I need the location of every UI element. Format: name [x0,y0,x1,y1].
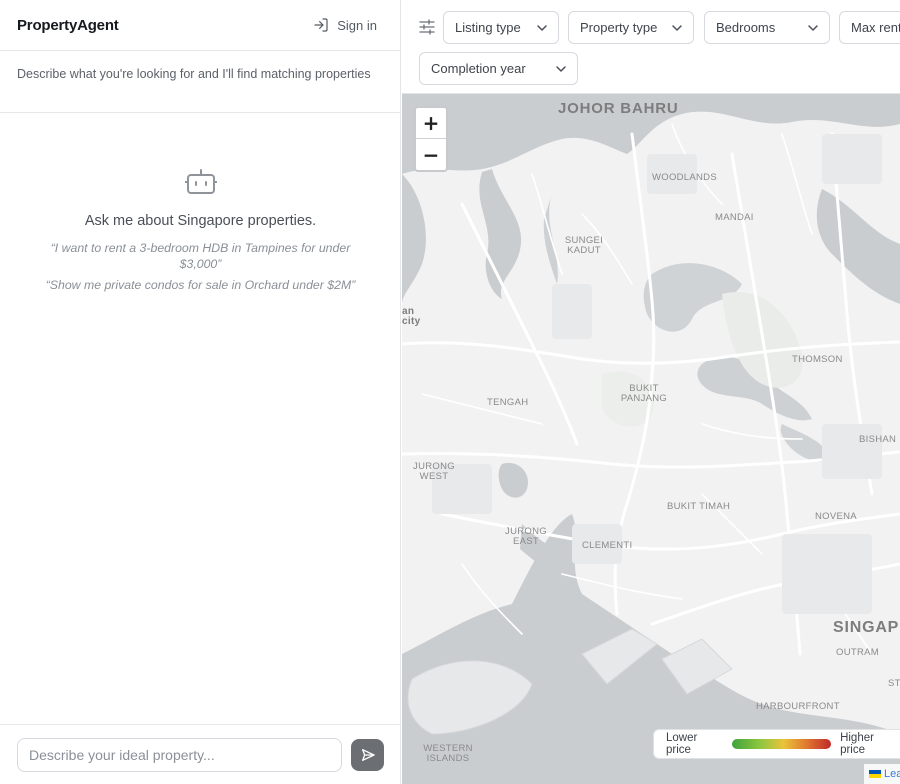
send-button[interactable] [351,738,384,771]
price-gradient-bar [732,739,832,749]
map-label-woodlands: WOODLANDS [652,172,717,183]
filter-bar: Listing type Property type Bedrooms Max … [402,0,900,94]
map-label-clementi: CLEMENTI [582,540,633,551]
map-label-bukit-panjang: BUKIT PANJANG [620,383,668,404]
zoom-control: + − [414,106,448,172]
map-label-tengah: TENGAH [487,397,529,408]
bedrooms-label: Bedrooms [716,20,776,35]
example-prompt: “I want to rent a 3-bedroom HDB in Tampi… [50,241,351,271]
map-label-jurong-east: JURONG EAST [505,526,547,547]
send-icon [361,748,375,761]
completion-year-select[interactable]: Completion year [419,52,578,85]
map-panel: Listing type Property type Bedrooms Max … [402,0,900,784]
bedrooms-select[interactable]: Bedrooms [704,11,830,44]
sliders-icon[interactable] [419,19,435,35]
chevron-down-icon [672,24,682,31]
legend-high-label: Higher price [840,732,874,756]
completion-year-label: Completion year [431,61,526,76]
intro-text: Describe what you're looking for and I'l… [0,51,400,113]
sign-in-icon [314,18,328,32]
property-type-label: Property type [580,20,658,35]
app-header: PropertyAgent Sign in [0,0,400,51]
map-label-western-islands: WESTERN ISLANDS [423,743,473,764]
chat-panel: PropertyAgent Sign in Describe what you'… [0,0,401,784]
sign-in-label: Sign in [337,17,377,33]
map-label-harbourfront: HARBOURFRONT [756,701,840,712]
flag-icon [869,770,881,778]
chevron-down-icon [556,65,566,72]
example-prompt: “Show me private condos for sale in Orch… [45,278,356,292]
max-rent-label: Max rent [851,20,900,35]
listing-type-label: Listing type [455,20,521,35]
map-label-singapore: SINGAP [833,619,900,636]
sign-in-button[interactable]: Sign in [305,13,385,37]
empty-state: Ask me about Singapore properties. “I wa… [0,168,401,298]
chat-composer [0,724,401,784]
attribution-link[interactable]: Leaflet [884,768,900,780]
map-basemap [402,94,900,784]
map-label-sungei-kadut: SUNGEI KADUT [564,235,604,256]
map-canvas[interactable]: JOHOR BAHRU WOODLANDS MANDAI SUNGEI KADU… [402,94,900,784]
map-label-thomson: THOMSON [792,354,843,365]
map-label-novena: NOVENA [815,511,857,522]
property-type-select[interactable]: Property type [568,11,694,44]
map-label-bishan: BISHAN [859,434,897,445]
map-label-edge-st: ST [888,678,900,689]
map-label-mandai: MANDAI [715,212,754,223]
map-label-edge-left: an city [402,306,421,327]
zoom-in-button[interactable]: + [416,108,446,139]
robot-icon [184,169,217,194]
price-legend: Lower price Higher price [653,729,900,759]
map-label-jurong-west: JURONG WEST [413,461,455,482]
map-label-outram: OUTRAM [836,647,879,658]
map-label-johor-bahru: JOHOR BAHRU [558,100,679,117]
map-attribution[interactable]: Leaflet [864,764,900,784]
chevron-down-icon [808,24,818,31]
chat-input[interactable] [17,737,342,772]
map-label-bukit-timah: BUKIT TIMAH [667,501,731,512]
listing-type-select[interactable]: Listing type [443,11,559,44]
app-brand: PropertyAgent [17,16,119,34]
zoom-out-button[interactable]: − [416,139,446,170]
max-rent-select[interactable]: Max rent [839,11,900,44]
legend-low-label: Lower price [666,732,698,756]
chevron-down-icon [537,24,547,31]
empty-state-title: Ask me about Singapore properties. [84,213,317,229]
